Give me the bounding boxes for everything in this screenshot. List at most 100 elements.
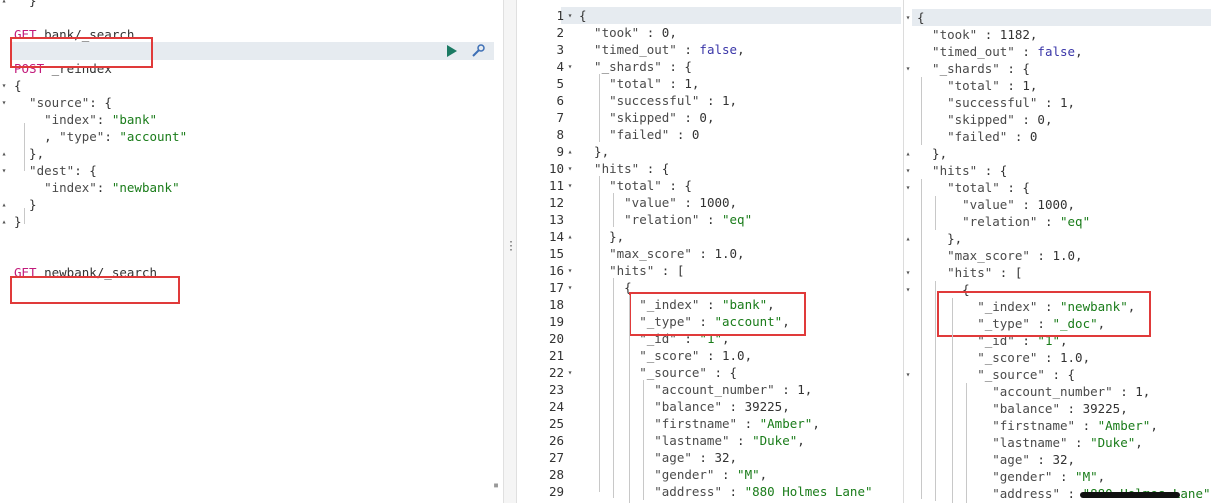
code-token: : xyxy=(1052,469,1076,484)
response-panel-newbank[interactable]: ▾{ "took" : 1182, "timed_out" : false, ▾ … xyxy=(903,0,1211,503)
line-number: 14 xyxy=(548,229,564,244)
code-token: "firstname" xyxy=(579,416,738,431)
code-token: "index" xyxy=(14,180,97,195)
resize-grip-icon[interactable]: ▪ xyxy=(493,480,499,491)
code-token: , xyxy=(759,467,768,482)
fold-open-icon[interactable]: ▾ xyxy=(904,9,912,26)
fold-open-icon[interactable]: ▾ xyxy=(566,177,574,194)
line-number: 20 xyxy=(548,331,564,346)
get-bank-search-highlight xyxy=(10,37,153,68)
fold-open-icon[interactable]: ▾ xyxy=(904,264,912,281)
line-number: 28 xyxy=(548,467,564,482)
code-token: : 1.0, xyxy=(1029,248,1083,263)
fold-open-icon[interactable]: ▾ xyxy=(566,279,574,296)
code-token: : 1, xyxy=(661,76,700,91)
code-line: "lastname" : "Duke", xyxy=(917,434,1143,451)
code-token: } xyxy=(14,0,37,8)
console-editor[interactable]: ▴ } GET bank/_search POST _reindex ▾{▾ "sou… xyxy=(0,0,503,503)
line-number: 1 xyxy=(556,8,564,23)
fold-open-icon[interactable]: ▾ xyxy=(904,60,912,77)
line-number: 24 xyxy=(548,399,564,414)
code-token: : [ xyxy=(654,263,685,278)
code-token: : xyxy=(96,180,112,195)
fold-open-icon[interactable]: ▾ xyxy=(0,162,8,179)
fold-open-icon[interactable]: ▾ xyxy=(904,281,912,298)
code-line: "max_score" : 1.0, xyxy=(917,247,1083,264)
code-token: "failed" xyxy=(579,127,670,142)
code-token: "account" xyxy=(119,129,188,144)
code-line: { xyxy=(14,77,22,94)
fold-close-icon[interactable]: ▴ xyxy=(566,143,574,160)
code-token: "_shards" xyxy=(917,61,1000,76)
code-token: , xyxy=(1135,435,1143,450)
code-token: : 39225, xyxy=(1060,401,1128,416)
code-line: "took" : 0, xyxy=(579,24,677,41)
code-token: "successful" xyxy=(917,95,1038,110)
code-line: }, xyxy=(917,145,947,162)
vertical-dots-icon[interactable]: · · · xyxy=(508,238,514,256)
line-number: 5 xyxy=(556,76,564,91)
code-token: : xyxy=(722,484,745,499)
pane-divider[interactable]: · · · xyxy=(503,0,517,503)
fold-open-icon[interactable]: ▾ xyxy=(0,77,8,94)
code-line: "value" : 1000, xyxy=(579,194,737,211)
code-token: "880 Holmes Lane" xyxy=(744,484,873,499)
code-token: "max_score" xyxy=(917,248,1030,263)
wrench-icon[interactable] xyxy=(470,44,486,58)
code-token: : 1, xyxy=(774,382,813,397)
play-icon[interactable] xyxy=(447,45,457,57)
fold-open-icon[interactable]: ▾ xyxy=(566,58,574,75)
code-line: } xyxy=(14,0,37,9)
indent-guide xyxy=(24,123,25,171)
code-line: { xyxy=(917,9,925,26)
code-token: , xyxy=(1097,469,1106,484)
code-token: }, xyxy=(917,146,948,161)
fold-close-icon[interactable]: ▴ xyxy=(0,196,8,213)
code-line: }, xyxy=(579,228,624,245)
code-token: { xyxy=(579,8,587,23)
fold-open-icon[interactable]: ▾ xyxy=(904,162,912,179)
code-line: "gender" : "M", xyxy=(579,466,767,483)
code-token: : [ xyxy=(992,265,1023,280)
fold-close-icon[interactable]: ▴ xyxy=(0,213,8,230)
code-token: } xyxy=(14,214,22,229)
fold-close-icon[interactable]: ▴ xyxy=(566,228,574,245)
code-line: { xyxy=(579,7,587,24)
fold-close-icon[interactable]: ▴ xyxy=(0,145,8,162)
fold-open-icon[interactable]: ▾ xyxy=(566,364,574,381)
fold-open-icon[interactable]: ▾ xyxy=(566,7,574,24)
fold-open-icon[interactable]: ▾ xyxy=(904,179,912,196)
code-token: , xyxy=(797,433,805,448)
fold-open-icon[interactable]: ▾ xyxy=(0,94,8,111)
code-token: "max_score" xyxy=(579,246,692,261)
code-token: "hits" xyxy=(917,265,993,280)
code-line: "index": "newbank" xyxy=(14,179,180,196)
code-token: "successful" xyxy=(579,93,700,108)
code-token: : { xyxy=(706,365,738,380)
code-token: : xyxy=(676,42,700,57)
code-token: "type" xyxy=(59,129,105,144)
fold-close-icon[interactable]: ▴ xyxy=(904,230,912,247)
code-token: "eq" xyxy=(1060,214,1091,229)
horizontal-scrollbar[interactable] xyxy=(1080,492,1180,498)
fold-open-icon[interactable]: ▾ xyxy=(566,160,574,177)
fold-close-icon[interactable]: ▴ xyxy=(0,0,8,9)
code-token: "hits" xyxy=(917,163,978,178)
code-token: : xyxy=(1014,44,1038,59)
response-panel-bank[interactable]: 1 ▾{2 "took" : 0, 3 "timed_out" : false, 4 ▾… xyxy=(517,0,903,503)
line-number: 19 xyxy=(548,314,564,329)
code-token: : xyxy=(714,467,738,482)
code-token: "hits" xyxy=(579,161,640,176)
code-line: "relation" : "eq" xyxy=(579,211,752,228)
code-token: : xyxy=(737,416,760,431)
indent-guide xyxy=(613,193,614,227)
code-line: "hits" : [ xyxy=(917,264,1022,281)
code-token: : { xyxy=(639,161,670,176)
newbank-index-type-highlight xyxy=(937,291,1151,337)
fold-close-icon[interactable]: ▴ xyxy=(904,145,912,162)
fold-open-icon[interactable]: ▾ xyxy=(566,262,574,279)
code-line: "hits" : { xyxy=(579,160,669,177)
code-token: "source" xyxy=(14,95,90,110)
fold-open-icon[interactable]: ▾ xyxy=(904,366,912,383)
code-token: : 1182, xyxy=(977,27,1038,42)
